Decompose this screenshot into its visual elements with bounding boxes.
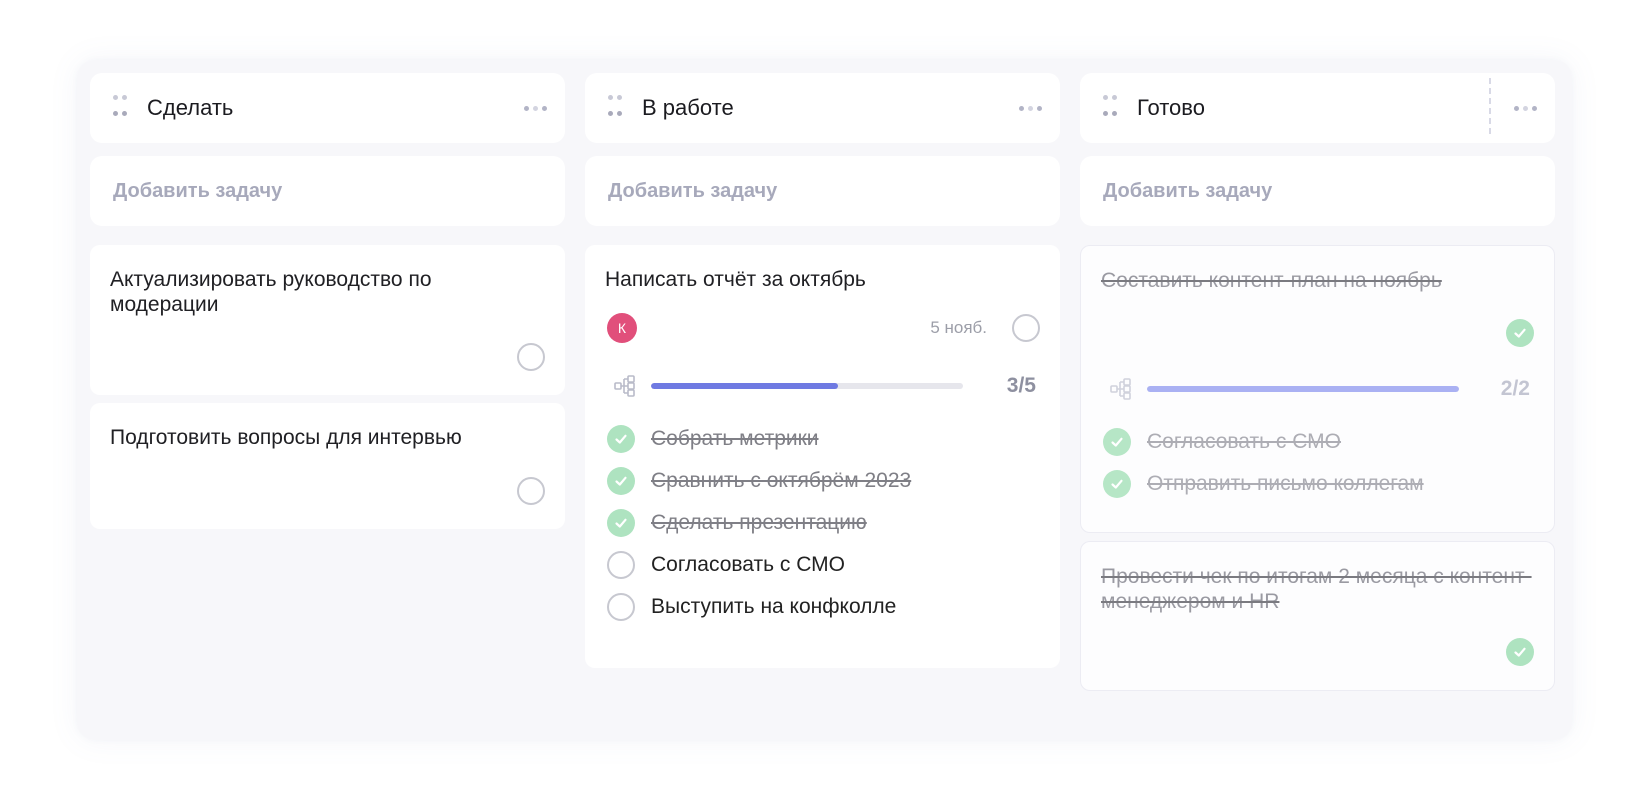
- check-icon[interactable]: [607, 509, 635, 537]
- subtask-list: Согласовать с СМО Отправить письмо колле…: [1101, 421, 1534, 505]
- progress-bar: [1147, 386, 1459, 392]
- subtask-progress: 2/2: [1101, 369, 1534, 409]
- avatar[interactable]: К: [607, 313, 637, 343]
- column-done: Готово Добавить задачу Составить контент…: [1080, 73, 1555, 691]
- subtask-label: Согласовать с СМО: [651, 553, 846, 576]
- subtasks-tree-icon: [614, 375, 635, 397]
- drag-handle-icon[interactable]: [113, 95, 127, 121]
- check-icon[interactable]: [607, 425, 635, 453]
- add-task-input[interactable]: Добавить задачу: [585, 156, 1060, 226]
- scroll-edge-indicator: [1489, 78, 1491, 134]
- subtask-item[interactable]: Отправить письмо коллегам: [1101, 463, 1534, 505]
- subtasks-tree-icon: [1110, 378, 1131, 400]
- column-in-progress: В работе Добавить задачу Написать отчёт …: [585, 73, 1060, 668]
- subtask-item[interactable]: Согласовать с СМО: [1101, 421, 1534, 463]
- card-title: Подготовить вопросы для интервью: [110, 426, 462, 449]
- subtask-progress: 3/5: [605, 366, 1040, 406]
- complete-toggle[interactable]: [517, 343, 545, 371]
- task-card[interactable]: Составить контент-план на ноябрь 2/2 Сог…: [1080, 245, 1555, 533]
- complete-toggle[interactable]: [1012, 314, 1040, 342]
- add-task-input[interactable]: Добавить задачу: [90, 156, 565, 226]
- subtask-toggle[interactable]: [607, 551, 635, 579]
- check-icon[interactable]: [1103, 470, 1131, 498]
- subtask-label: Сравнить с октябрём 2023: [651, 469, 912, 492]
- progress-bar: [651, 383, 963, 389]
- card-title: Провести чек по итогам 2 месяца с контен…: [1101, 565, 1532, 613]
- check-icon[interactable]: [1506, 319, 1534, 347]
- progress-count: 2/2: [1500, 377, 1530, 400]
- column-title: Сделать: [147, 95, 234, 120]
- more-horizontal-icon[interactable]: [1514, 105, 1537, 111]
- kanban-board: Сделать Добавить задачу Актуализировать …: [77, 60, 1572, 740]
- subtask-item[interactable]: Собрать метрики: [605, 418, 1040, 460]
- card-title: Актуализировать руководство по модерации: [110, 268, 432, 316]
- subtask-item[interactable]: Сделать презентацию: [605, 502, 1040, 544]
- card-meta: К 5 нояб.: [605, 308, 1040, 352]
- subtask-item[interactable]: Выступить на конфколле: [605, 586, 1040, 628]
- column-title: В работе: [642, 95, 734, 120]
- more-horizontal-icon[interactable]: [1019, 105, 1042, 111]
- progress-count: 3/5: [1006, 374, 1036, 397]
- check-icon[interactable]: [607, 467, 635, 495]
- due-date[interactable]: 5 нояб.: [930, 318, 987, 338]
- column-header[interactable]: Готово: [1080, 73, 1555, 143]
- task-card[interactable]: Подготовить вопросы для интервью: [90, 403, 565, 529]
- more-horizontal-icon[interactable]: [524, 105, 547, 111]
- card-title: Написать отчёт за октябрь: [605, 268, 866, 291]
- card-title: Составить контент-план на ноябрь: [1101, 269, 1442, 292]
- task-card[interactable]: Актуализировать руководство по модерации: [90, 245, 565, 395]
- column-header[interactable]: Сделать: [90, 73, 565, 143]
- column-title: Готово: [1137, 95, 1205, 120]
- subtask-label: Сделать презентацию: [651, 511, 867, 534]
- task-card[interactable]: Провести чек по итогам 2 месяца с контен…: [1080, 541, 1555, 691]
- complete-toggle[interactable]: [517, 477, 545, 505]
- subtask-label: Согласовать с СМО: [1147, 430, 1342, 453]
- subtask-item[interactable]: Согласовать с СМО: [605, 544, 1040, 586]
- subtask-list: Собрать метрики Сравнить с октябрём 2023…: [605, 418, 1040, 628]
- subtask-label: Выступить на конфколле: [651, 595, 897, 618]
- subtask-toggle[interactable]: [607, 593, 635, 621]
- drag-handle-icon[interactable]: [608, 95, 622, 121]
- check-icon[interactable]: [1103, 428, 1131, 456]
- check-icon[interactable]: [1506, 638, 1534, 666]
- column-todo: Сделать Добавить задачу Актуализировать …: [90, 73, 565, 529]
- subtask-label: Отправить письмо коллегам: [1147, 472, 1424, 495]
- add-task-input[interactable]: Добавить задачу: [1080, 156, 1555, 226]
- subtask-label: Собрать метрики: [651, 427, 819, 450]
- task-card[interactable]: Написать отчёт за октябрь К 5 нояб. 3/5: [585, 245, 1060, 668]
- drag-handle-icon[interactable]: [1103, 95, 1117, 121]
- subtask-item[interactable]: Сравнить с октябрём 2023: [605, 460, 1040, 502]
- column-header[interactable]: В работе: [585, 73, 1060, 143]
